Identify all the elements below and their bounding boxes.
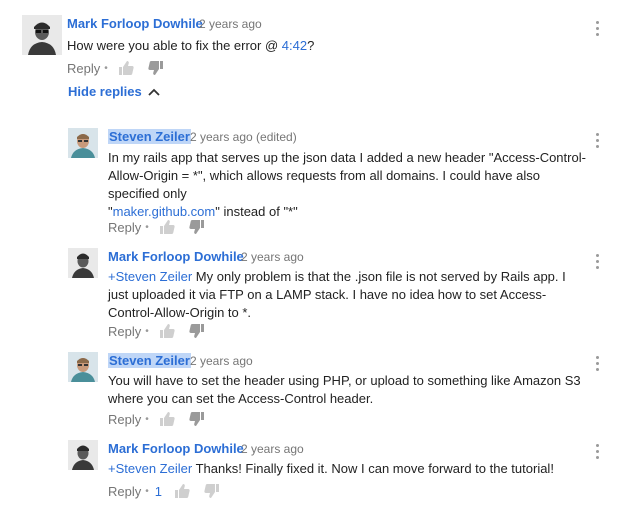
reply-text-part: You will have to set the header using PH…: [108, 373, 581, 406]
comment-time[interactable]: 2 years ago: [199, 17, 262, 31]
mention-link[interactable]: +Steven Zeiler: [108, 461, 192, 476]
avatar[interactable]: [68, 352, 98, 382]
reply-author[interactable]: Steven Zeiler: [108, 353, 191, 368]
comment-text-part: How were you able to fix the error @: [67, 38, 282, 53]
reply-text: +Steven Zeiler My only problem is that t…: [108, 268, 588, 322]
reply-time[interactable]: 2 years ago: [241, 250, 304, 264]
more-vert-icon[interactable]: [596, 444, 600, 462]
reply-time[interactable]: 2 years ago: [190, 354, 253, 368]
like-count: 1: [154, 483, 162, 499]
reply-text: +Steven Zeiler Thanks! Finally fixed it.…: [108, 460, 588, 478]
reply-author[interactable]: Steven Zeiler: [108, 129, 191, 144]
reply-text-part: " instead of "*": [215, 204, 298, 219]
avatar[interactable]: [68, 440, 98, 470]
reply-author[interactable]: Mark Forloop Dowhile: [108, 249, 244, 264]
more-vert-icon[interactable]: [596, 356, 600, 374]
reply-actions: Reply • 1: [108, 483, 234, 499]
separator-dot: •: [145, 485, 149, 497]
thumbs-down-icon[interactable]: [189, 323, 205, 339]
reply-actions: Reply •: [108, 219, 219, 235]
thumbs-up-icon[interactable]: [174, 483, 190, 499]
comment-actions: Reply •: [67, 60, 178, 76]
more-vert-icon[interactable]: [596, 254, 600, 272]
reply-button[interactable]: Reply: [108, 220, 141, 235]
avatar[interactable]: [22, 15, 62, 55]
reply-text-part: In my rails app that serves up the json …: [108, 150, 586, 201]
separator-dot: •: [104, 62, 108, 74]
avatar[interactable]: [68, 248, 98, 278]
comment-text: How were you able to fix the error @ 4:4…: [67, 37, 547, 55]
hide-replies-button[interactable]: Hide replies: [68, 84, 160, 99]
timestamp-link[interactable]: 4:42: [282, 38, 307, 53]
thumbs-up-icon[interactable]: [159, 219, 175, 235]
reply-button[interactable]: Reply: [108, 484, 141, 499]
more-vert-icon[interactable]: [596, 133, 600, 151]
separator-dot: •: [145, 221, 149, 233]
comment-text-part: ?: [307, 38, 315, 53]
more-vert-icon[interactable]: [596, 21, 600, 39]
thumbs-down-icon[interactable]: [204, 483, 220, 499]
mention-link[interactable]: +Steven Zeiler: [108, 269, 192, 284]
reply-actions: Reply •: [108, 323, 219, 339]
thumbs-down-icon[interactable]: [189, 219, 205, 235]
separator-dot: •: [145, 413, 149, 425]
thumbs-up-icon[interactable]: [159, 411, 175, 427]
reply-button[interactable]: Reply: [108, 324, 141, 339]
reply-text: In my rails app that serves up the json …: [108, 149, 588, 221]
thumbs-down-icon[interactable]: [148, 60, 164, 76]
reply-button[interactable]: Reply: [67, 61, 100, 76]
thumbs-up-icon[interactable]: [118, 60, 134, 76]
separator-dot: •: [145, 325, 149, 337]
maker-link[interactable]: maker.github.com: [113, 204, 216, 219]
reply-text-part: Thanks! Finally fixed it. Now I can move…: [192, 461, 554, 476]
hide-replies-label: Hide replies: [68, 84, 142, 99]
thumbs-down-icon[interactable]: [189, 411, 205, 427]
chevron-up-icon: [148, 88, 160, 96]
reply-actions: Reply •: [108, 411, 219, 427]
reply-time[interactable]: 2 years ago: [241, 442, 304, 456]
comment-author[interactable]: Mark Forloop Dowhile: [67, 16, 203, 31]
reply-text: You will have to set the header using PH…: [108, 372, 588, 408]
thumbs-up-icon[interactable]: [159, 323, 175, 339]
reply-author[interactable]: Mark Forloop Dowhile: [108, 441, 244, 456]
avatar[interactable]: [68, 128, 98, 158]
reply-button[interactable]: Reply: [108, 412, 141, 427]
reply-time[interactable]: 2 years ago (edited): [190, 130, 297, 144]
